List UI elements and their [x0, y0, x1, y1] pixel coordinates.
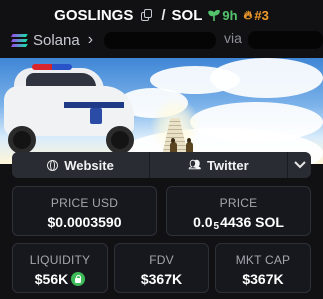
- price-native-card: PRICE 0.054436 SOL: [166, 186, 311, 236]
- redacted-source: [248, 31, 323, 49]
- price-native-prefix: 0.0: [193, 214, 213, 230]
- mkt-cap-label: MKT CAP: [235, 253, 291, 267]
- price-usd-label: PRICE USD: [50, 196, 119, 210]
- website-label: Website: [64, 157, 114, 173]
- trending-rank-value: #3: [254, 7, 269, 23]
- chevron-right-icon: ›: [87, 31, 94, 48]
- more-links-button[interactable]: [288, 152, 311, 178]
- fdv-value: $367K: [140, 271, 183, 287]
- liquidity-card: LIQUIDITY $56K: [12, 243, 108, 293]
- twitter-button[interactable]: 👥︎ Twitter: [150, 152, 288, 178]
- token-banner-image: [0, 58, 323, 164]
- price-native-value: 0.054436 SOL: [167, 214, 310, 232]
- flame-icon: 🔥︎: [243, 7, 253, 22]
- solana-logo-icon: [11, 34, 28, 46]
- social-links: Website 👥︎ Twitter: [12, 152, 311, 178]
- seedling-icon: [208, 9, 221, 21]
- price-usd-card: PRICE USD $0.0003590: [12, 186, 157, 236]
- pair-age: 9h: [208, 7, 238, 23]
- mkt-cap-card: MKT CAP $367K: [215, 243, 311, 293]
- via-label: via: [224, 30, 242, 46]
- price-usd-value: $0.0003590: [47, 214, 122, 230]
- lock-icon[interactable]: [71, 272, 86, 286]
- chain-breadcrumb: Solana › via: [11, 30, 323, 50]
- globe-icon: [47, 159, 59, 171]
- pair-header: GOSLINGS / SOL 9h 🔥︎ #3: [0, 0, 323, 30]
- liquidity-label: LIQUIDITY: [29, 253, 91, 267]
- price-native-zero-count: 5: [213, 221, 220, 232]
- fdv-label: FDV: [149, 253, 174, 267]
- redacted-dex-name: [104, 32, 216, 49]
- website-button[interactable]: Website: [12, 152, 150, 178]
- liquidity-value-row: $56K: [13, 271, 107, 287]
- copy-icon[interactable]: [141, 9, 153, 21]
- pair-age-value: 9h: [222, 7, 238, 23]
- pair-separator: /: [161, 6, 166, 24]
- users-icon: 👥︎: [188, 159, 202, 171]
- price-native-unit: SOL: [255, 214, 284, 230]
- trending-rank: 🔥︎ #3: [244, 8, 269, 23]
- price-native-label: PRICE: [219, 196, 258, 210]
- price-native-digits: 4436: [220, 214, 252, 230]
- mkt-cap-value: $367K: [242, 271, 284, 287]
- quote-symbol: SOL: [171, 6, 203, 24]
- twitter-label: Twitter: [207, 157, 249, 173]
- token-symbol: GOSLINGS: [54, 6, 134, 24]
- chevron-down-icon: [293, 161, 306, 169]
- fdv-card: FDV $367K: [114, 243, 209, 293]
- liquidity-value: $56K: [34, 271, 69, 287]
- chain-name[interactable]: Solana: [33, 32, 80, 49]
